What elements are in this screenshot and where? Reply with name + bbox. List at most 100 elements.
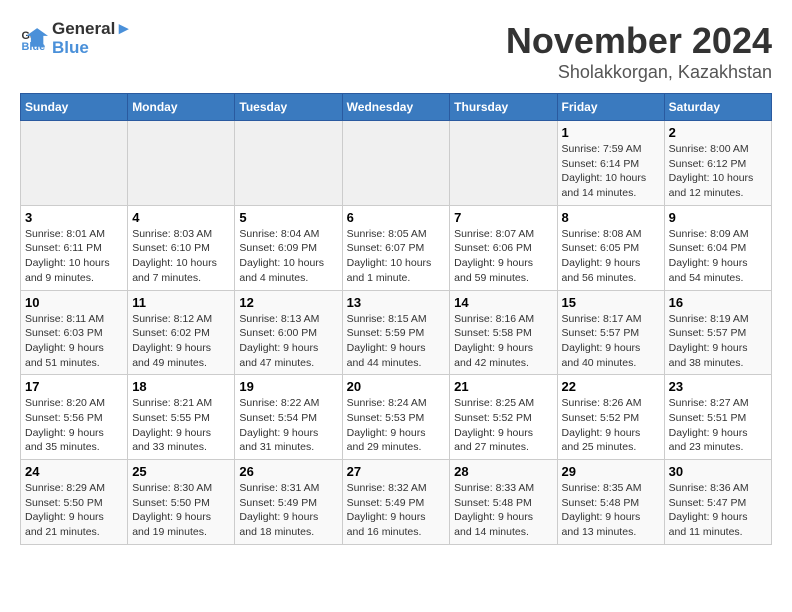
- day-info: Sunrise: 8:26 AMSunset: 5:52 PMDaylight:…: [562, 396, 660, 455]
- day-info: Sunrise: 8:22 AMSunset: 5:54 PMDaylight:…: [239, 396, 337, 455]
- calendar-cell: 1 Sunrise: 7:59 AMSunset: 6:14 PMDaylight…: [557, 121, 664, 206]
- week-row-2: 3 Sunrise: 8:01 AMSunset: 6:11 PMDaylight…: [21, 205, 772, 290]
- calendar-cell: 12 Sunrise: 8:13 AMSunset: 6:00 PMDayligh…: [235, 290, 342, 375]
- calendar-cell: 24Sunrise: 8:29 AMSunset: 5:50 PMDayligh…: [21, 460, 128, 545]
- weekday-header-friday: Friday: [557, 94, 664, 121]
- calendar-cell: [342, 121, 450, 206]
- day-info: Sunrise: 8:03 AMSunset: 6:10 PMDaylight:…: [132, 227, 230, 286]
- weekday-header-monday: Monday: [128, 94, 235, 121]
- day-number: 7: [454, 210, 552, 225]
- calendar-cell: 19 Sunrise: 8:22 AMSunset: 5:54 PMDayligh…: [235, 375, 342, 460]
- calendar-cell: 13 Sunrise: 8:15 AMSunset: 5:59 PMDayligh…: [342, 290, 450, 375]
- week-row-1: 1 Sunrise: 7:59 AMSunset: 6:14 PMDaylight…: [21, 121, 772, 206]
- calendar-cell: 26Sunrise: 8:31 AMSunset: 5:49 PMDayligh…: [235, 460, 342, 545]
- calendar-cell: 17Sunrise: 8:20 AMSunset: 5:56 PMDayligh…: [21, 375, 128, 460]
- calendar-cell: 7 Sunrise: 8:07 AMSunset: 6:06 PMDaylight…: [450, 205, 557, 290]
- day-info: Sunrise: 8:13 AMSunset: 6:00 PMDaylight:…: [239, 312, 337, 371]
- day-info: Sunrise: 8:04 AMSunset: 6:09 PMDaylight:…: [239, 227, 337, 286]
- calendar-cell: [450, 121, 557, 206]
- day-info: Sunrise: 8:11 AMSunset: 6:03 PMDaylight:…: [25, 312, 123, 371]
- calendar-cell: 21Sunrise: 8:25 AMSunset: 5:52 PMDayligh…: [450, 375, 557, 460]
- day-info: Sunrise: 8:19 AMSunset: 5:57 PMDaylight:…: [669, 312, 767, 371]
- calendar-cell: [235, 121, 342, 206]
- calendar-cell: 3 Sunrise: 8:01 AMSunset: 6:11 PMDaylight…: [21, 205, 128, 290]
- calendar-cell: 20Sunrise: 8:24 AMSunset: 5:53 PMDayligh…: [342, 375, 450, 460]
- calendar-cell: 5 Sunrise: 8:04 AMSunset: 6:09 PMDaylight…: [235, 205, 342, 290]
- day-number: 3: [25, 210, 123, 225]
- calendar-cell: 11 Sunrise: 8:12 AMSunset: 6:02 PMDayligh…: [128, 290, 235, 375]
- day-info: Sunrise: 8:27 AMSunset: 5:51 PMDaylight:…: [669, 396, 767, 455]
- day-number: 30: [669, 464, 767, 479]
- day-number: 24: [25, 464, 123, 479]
- day-number: 23: [669, 379, 767, 394]
- calendar-cell: [128, 121, 235, 206]
- day-number: 15: [562, 295, 660, 310]
- header-row: SundayMondayTuesdayWednesdayThursdayFrid…: [21, 94, 772, 121]
- day-info: Sunrise: 8:12 AMSunset: 6:02 PMDaylight:…: [132, 312, 230, 371]
- calendar-cell: 14 Sunrise: 8:16 AMSunset: 5:58 PMDayligh…: [450, 290, 557, 375]
- day-info: Sunrise: 8:07 AMSunset: 6:06 PMDaylight:…: [454, 227, 552, 286]
- day-info: Sunrise: 8:30 AMSunset: 5:50 PMDaylight:…: [132, 481, 230, 540]
- day-info: Sunrise: 8:35 AMSunset: 5:48 PMDaylight:…: [562, 481, 660, 540]
- location-title: Sholakkorgan, Kazakhstan: [506, 62, 772, 83]
- title-block: November 2024 Sholakkorgan, Kazakhstan: [506, 20, 772, 83]
- calendar-cell: 16 Sunrise: 8:19 AMSunset: 5:57 PMDayligh…: [664, 290, 771, 375]
- calendar-cell: 27 Sunrise: 8:32 AMSunset: 5:49 PMDayligh…: [342, 460, 450, 545]
- day-number: 28: [454, 464, 552, 479]
- day-info: Sunrise: 8:33 AMSunset: 5:48 PMDaylight:…: [454, 481, 552, 540]
- day-info: Sunrise: 8:16 AMSunset: 5:58 PMDaylight:…: [454, 312, 552, 371]
- week-row-3: 10 Sunrise: 8:11 AMSunset: 6:03 PMDayligh…: [21, 290, 772, 375]
- calendar-cell: 15 Sunrise: 8:17 AMSunset: 5:57 PMDayligh…: [557, 290, 664, 375]
- calendar-cell: 25Sunrise: 8:30 AMSunset: 5:50 PMDayligh…: [128, 460, 235, 545]
- day-info: Sunrise: 8:05 AMSunset: 6:07 PMDaylight:…: [347, 227, 446, 286]
- day-info: Sunrise: 8:21 AMSunset: 5:55 PMDaylight:…: [132, 396, 230, 455]
- day-info: Sunrise: 8:08 AMSunset: 6:05 PMDaylight:…: [562, 227, 660, 286]
- day-info: Sunrise: 7:59 AMSunset: 6:14 PMDaylight:…: [562, 142, 660, 201]
- calendar-cell: 29 Sunrise: 8:35 AMSunset: 5:48 PMDayligh…: [557, 460, 664, 545]
- day-number: 12: [239, 295, 337, 310]
- calendar-cell: 2 Sunrise: 8:00 AMSunset: 6:12 PMDaylight…: [664, 121, 771, 206]
- calendar-cell: 28 Sunrise: 8:33 AMSunset: 5:48 PMDayligh…: [450, 460, 557, 545]
- day-info: Sunrise: 8:17 AMSunset: 5:57 PMDaylight:…: [562, 312, 660, 371]
- logo-icon: Gen Blue: [20, 25, 48, 53]
- day-number: 1: [562, 125, 660, 140]
- day-number: 10: [25, 295, 123, 310]
- calendar-cell: 10 Sunrise: 8:11 AMSunset: 6:03 PMDayligh…: [21, 290, 128, 375]
- day-number: 27: [347, 464, 446, 479]
- day-number: 29: [562, 464, 660, 479]
- day-info: Sunrise: 8:01 AMSunset: 6:11 PMDaylight:…: [25, 227, 123, 286]
- day-number: 11: [132, 295, 230, 310]
- day-number: 6: [347, 210, 446, 225]
- day-number: 9: [669, 210, 767, 225]
- day-number: 2: [669, 125, 767, 140]
- day-number: 13: [347, 295, 446, 310]
- day-number: 18: [132, 379, 230, 394]
- logo-line1: General►: [52, 20, 132, 39]
- day-number: 26: [239, 464, 337, 479]
- weekday-header-sunday: Sunday: [21, 94, 128, 121]
- calendar-cell: [21, 121, 128, 206]
- day-number: 22: [562, 379, 660, 394]
- day-number: 16: [669, 295, 767, 310]
- calendar-cell: 22 Sunrise: 8:26 AMSunset: 5:52 PMDayligh…: [557, 375, 664, 460]
- day-number: 8: [562, 210, 660, 225]
- day-info: Sunrise: 8:15 AMSunset: 5:59 PMDaylight:…: [347, 312, 446, 371]
- week-row-5: 24Sunrise: 8:29 AMSunset: 5:50 PMDayligh…: [21, 460, 772, 545]
- calendar-cell: 9Sunrise: 8:09 AMSunset: 6:04 PMDaylight…: [664, 205, 771, 290]
- day-info: Sunrise: 8:25 AMSunset: 5:52 PMDaylight:…: [454, 396, 552, 455]
- weekday-header-tuesday: Tuesday: [235, 94, 342, 121]
- day-info: Sunrise: 8:00 AMSunset: 6:12 PMDaylight:…: [669, 142, 767, 201]
- day-number: 5: [239, 210, 337, 225]
- calendar-cell: 23 Sunrise: 8:27 AMSunset: 5:51 PMDayligh…: [664, 375, 771, 460]
- weekday-header-saturday: Saturday: [664, 94, 771, 121]
- day-number: 20: [347, 379, 446, 394]
- weekday-header-wednesday: Wednesday: [342, 94, 450, 121]
- day-number: 19: [239, 379, 337, 394]
- month-title: November 2024: [506, 20, 772, 62]
- logo-line2: Blue: [52, 39, 132, 58]
- calendar-cell: 18 Sunrise: 8:21 AMSunset: 5:55 PMDayligh…: [128, 375, 235, 460]
- day-info: Sunrise: 8:20 AMSunset: 5:56 PMDaylight:…: [25, 396, 123, 455]
- day-number: 14: [454, 295, 552, 310]
- day-info: Sunrise: 8:32 AMSunset: 5:49 PMDaylight:…: [347, 481, 446, 540]
- calendar-cell: 4Sunrise: 8:03 AMSunset: 6:10 PMDaylight…: [128, 205, 235, 290]
